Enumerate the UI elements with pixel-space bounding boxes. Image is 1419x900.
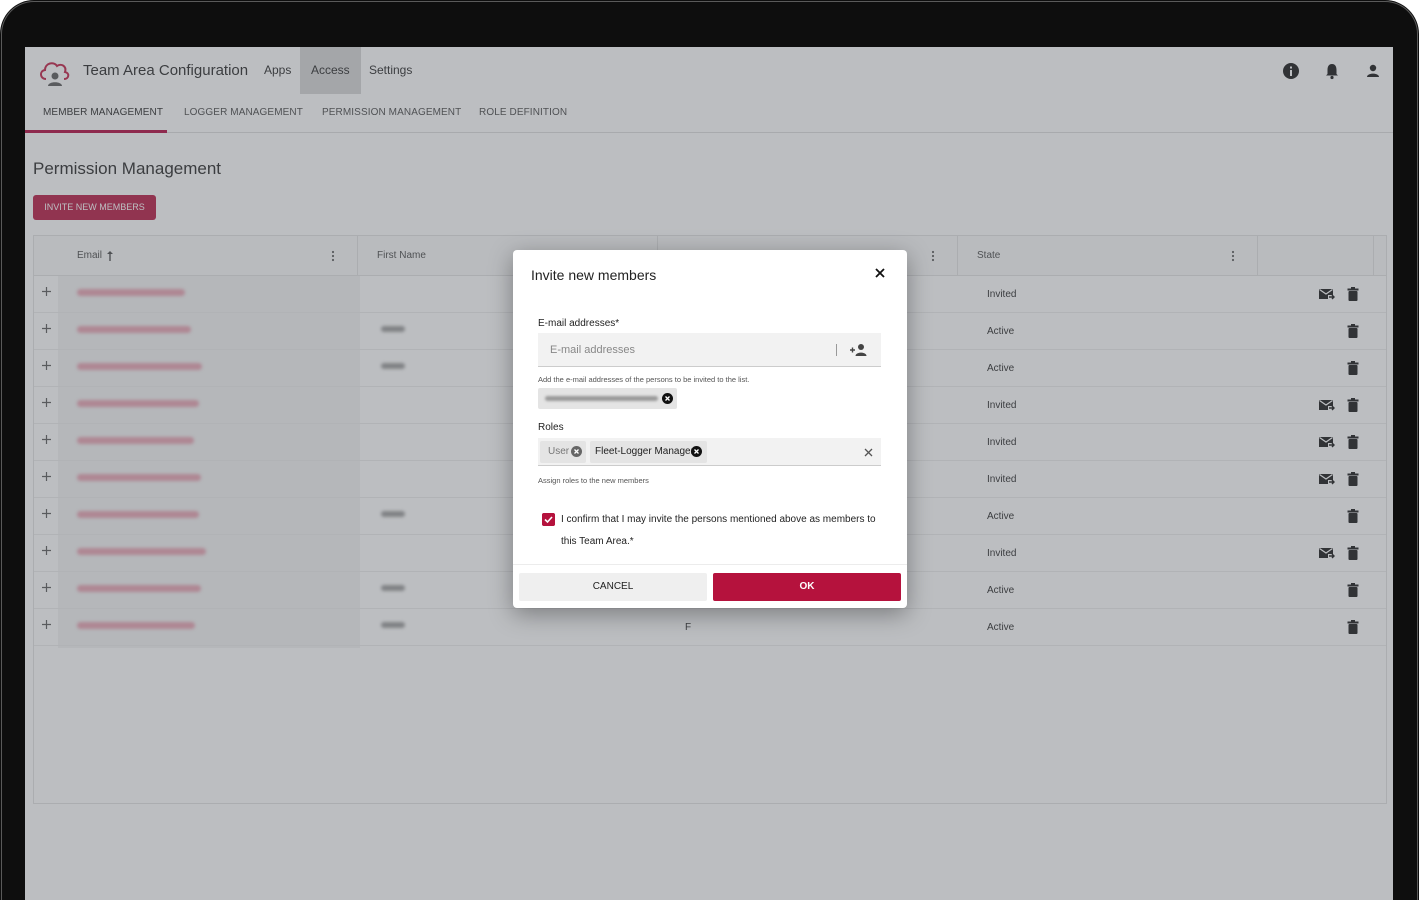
role-chip-label: Fleet-Logger Manager <box>595 446 694 457</box>
invite-dialog: Invite new members E-mail addresses* Add… <box>513 250 907 608</box>
redacted-email <box>545 396 658 401</box>
close-icon[interactable] <box>873 266 887 280</box>
email-hint: Add the e-mail addresses of the persons … <box>538 375 750 384</box>
dialog-footer-divider <box>513 564 907 565</box>
role-chip-label: User <box>548 446 570 457</box>
roles-hint: Assign roles to the new members <box>538 476 649 485</box>
email-chip <box>538 388 677 409</box>
role-chip-user: User <box>540 441 586 463</box>
role-chip-fleet-logger-manager: Fleet-Logger Manager <box>590 441 707 463</box>
confirm-checkbox[interactable] <box>542 513 555 526</box>
email-input[interactable] <box>550 333 820 366</box>
email-field <box>538 333 881 367</box>
confirm-text: I confirm that I may invite the persons … <box>561 514 876 547</box>
ok-button[interactable]: OK <box>713 573 901 601</box>
remove-chip-icon[interactable] <box>662 393 673 404</box>
remove-chip-icon[interactable] <box>571 446 582 457</box>
roles-field[interactable]: User Fleet-Logger Manager <box>538 438 881 466</box>
clear-roles-icon[interactable] <box>864 448 873 457</box>
input-divider <box>836 344 837 356</box>
dialog-title: Invite new members <box>531 267 657 283</box>
app-screen: Team Area Configuration Apps Access Sett… <box>25 47 1393 900</box>
add-person-icon[interactable] <box>849 342 867 358</box>
cancel-button[interactable]: CANCEL <box>519 573 707 601</box>
roles-field-label: Roles <box>538 422 564 433</box>
remove-chip-icon[interactable] <box>691 446 702 457</box>
email-field-label: E-mail addresses* <box>538 318 620 329</box>
